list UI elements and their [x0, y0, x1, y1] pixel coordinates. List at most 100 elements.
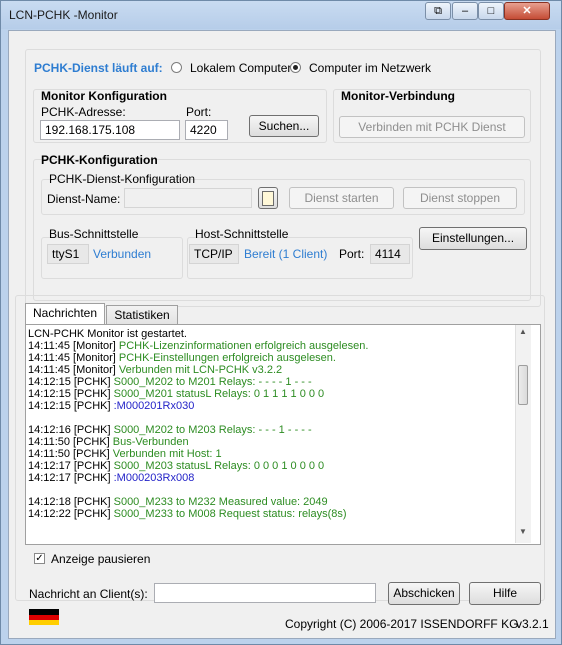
log-prefix: 14:11:50 [PCHK] [28, 436, 113, 448]
maximize-icon: □ [487, 5, 495, 17]
document-edit-icon [262, 191, 274, 206]
log-list: LCN-PCHK Monitor ist gestartet. 14:11:45 … [28, 328, 512, 542]
log-message: S000_M201 statusL Relays: 0 1 1 1 1 0 0 … [113, 388, 325, 400]
bus-port-value: ttyS1 [47, 244, 89, 264]
address-label: PCHK-Adresse: [41, 105, 126, 119]
service-name-input[interactable] [124, 188, 252, 208]
service-location-label: PCHK-Dienst läuft auf: [34, 61, 163, 75]
copyright-text: Copyright (C) 2006-2017 ISSENDORFF KG [285, 617, 519, 631]
log-text: LCN-PCHK Monitor ist gestartet. [28, 328, 187, 340]
version-text: v3.2.1 [516, 617, 549, 631]
log-prefix: 14:12:22 [PCHK] [28, 508, 114, 520]
scroll-thumb[interactable] [518, 365, 528, 405]
log-prefix: 14:12:15 [PCHK] [28, 388, 114, 400]
start-service-button[interactable]: Dienst starten [289, 187, 394, 209]
host-port-value: 4114 [370, 244, 410, 264]
log-line: 14:12:15 [PCHK] S000_M202 to M201 Relays… [28, 376, 512, 388]
log-line: 14:11:50 [PCHK] Bus-Verbunden [28, 436, 512, 448]
log-message: :M000201Rx030 [113, 400, 195, 412]
tab-statistiken[interactable]: Statistiken [106, 305, 178, 325]
address-input[interactable]: 192.168.175.108 [40, 120, 180, 140]
close-button[interactable]: ✕ [504, 2, 550, 20]
log-line: 14:12:16 [PCHK] S000_M202 to M203 Relays… [28, 424, 512, 436]
radio-network-label[interactable]: Computer im Netzwerk [309, 61, 431, 75]
german-flag-icon[interactable] [29, 606, 59, 626]
send-button[interactable]: Abschicken [388, 582, 460, 605]
radio-local-label[interactable]: Lokalem Computer [190, 61, 291, 75]
close-icon: ✕ [522, 5, 532, 17]
log-message: S000_M202 to M201 Relays: - - - - 1 - - … [113, 376, 312, 388]
minimize-icon: – [461, 5, 469, 17]
log-line: 14:12:18 [PCHK] S000_M233 to M232 Measur… [28, 496, 512, 508]
log-line: 14:11:45 [Monitor] Verbunden mit LCN-PCH… [28, 364, 512, 376]
log-message: S000_M202 to M203 Relays: - - - 1 - - - … [113, 424, 312, 436]
log-message: :M000203Rx008 [113, 472, 195, 484]
stop-service-button[interactable]: Dienst stoppen [403, 187, 517, 209]
log-line: 14:12:17 [PCHK] S000_M203 statusL Relays… [28, 460, 512, 472]
log-prefix: 14:12:15 [PCHK] [28, 376, 114, 388]
log-message: S000_M233 to M232 Measured value: 2049 [113, 496, 328, 508]
log-prefix: 14:11:50 [PCHK] [28, 448, 113, 460]
monitor-icon: ⧉ [434, 5, 442, 17]
log-line: 14:11:45 [Monitor] PCHK-Lizenzinformatio… [28, 340, 512, 352]
search-button[interactable]: Suchen... [249, 115, 319, 137]
bus-interface-title: Bus-Schnittstelle [49, 227, 139, 241]
port-label: Port: [186, 105, 212, 119]
minimize-button[interactable]: – [452, 2, 478, 20]
host-port-label: Port: [339, 247, 365, 261]
restore-icon-button[interactable]: ⧉ [425, 2, 451, 20]
radio-local[interactable] [171, 62, 182, 73]
service-name-label: Dienst-Name: [47, 192, 121, 206]
host-interface-title: Host-Schnittstelle [195, 227, 289, 241]
log-message: Verbunden mit Host: 1 [112, 448, 222, 460]
log-line: LCN-PCHK Monitor ist gestartet. [28, 328, 512, 340]
main-window: LCN-PCHK -Monitor ⧉ – □ ✕ PCHK-Dienst lä… [0, 0, 562, 645]
log-prefix: 14:12:17 [PCHK] [28, 460, 114, 472]
pause-label[interactable]: Anzeige pausieren [51, 552, 150, 566]
monitor-config-title: Monitor Konfiguration [41, 89, 167, 103]
help-button[interactable]: Hilfe [469, 582, 541, 605]
log-prefix: 14:11:45 [Monitor] [28, 340, 119, 352]
bus-status: Verbunden [93, 247, 152, 261]
scroll-up-icon[interactable]: ▲ [517, 327, 529, 339]
log-line: 14:12:15 [PCHK] :M000201Rx030 [28, 400, 512, 412]
log-message: Bus-Verbunden [112, 436, 189, 448]
log-scrollbar[interactable]: ▲ ▼ [515, 325, 531, 543]
connect-button[interactable]: Verbinden mit PCHK Dienst [339, 116, 525, 138]
scroll-down-icon[interactable]: ▼ [517, 527, 529, 539]
host-status: Bereit (1 Client) [244, 247, 328, 261]
log-line: 14:12:22 [PCHK] S000_M233 to M008 Reques… [28, 508, 512, 520]
client-area: PCHK-Dienst läuft auf: Lokalem Computer … [8, 30, 556, 639]
monitor-connection-title: Monitor-Verbindung [341, 89, 455, 103]
window-title: LCN-PCHK -Monitor [9, 8, 118, 22]
pchk-config-title: PCHK-Konfiguration [41, 153, 158, 167]
maximize-button[interactable]: □ [478, 2, 504, 20]
service-config-title: PCHK-Dienst-Konfiguration [49, 172, 196, 186]
port-input[interactable]: 4220 [185, 120, 228, 140]
log-line: 14:12:17 [PCHK] :M000203Rx008 [28, 472, 512, 484]
log-prefix: 14:11:45 [Monitor] [28, 352, 119, 364]
message-label: Nachricht an Client(s): [29, 587, 148, 601]
log-message: PCHK-Einstellungen erfolgreich ausgelese… [118, 352, 336, 364]
log-message: Verbunden mit LCN-PCHK v3.2.2 [118, 364, 283, 376]
log-prefix: 14:12:17 [PCHK] [28, 472, 114, 484]
log-message: S000_M233 to M008 Request status: relays… [113, 508, 347, 520]
log-prefix: 14:12:18 [PCHK] [28, 496, 114, 508]
log-prefix: 14:12:15 [PCHK] [28, 400, 114, 412]
pause-checkbox[interactable]: ✓ [34, 553, 45, 564]
log-line: 14:11:50 [PCHK] Verbunden mit Host: 1 [28, 448, 512, 460]
log-line: 14:12:15 [PCHK] S000_M201 statusL Relays… [28, 388, 512, 400]
radio-network[interactable] [290, 62, 301, 73]
log-line: 14:11:45 [Monitor] PCHK-Einstellungen er… [28, 352, 512, 364]
log-prefix: 14:11:45 [Monitor] [28, 364, 119, 376]
service-config-icon-button[interactable] [258, 187, 278, 209]
message-input[interactable] [154, 583, 376, 603]
settings-button[interactable]: Einstellungen... [419, 227, 527, 250]
log-message: S000_M203 statusL Relays: 0 0 0 1 0 0 0 … [113, 460, 325, 472]
title-bar: LCN-PCHK -Monitor ⧉ – □ ✕ [1, 1, 561, 29]
tab-nachrichten[interactable]: Nachrichten [25, 303, 105, 325]
host-protocol-value: TCP/IP [189, 244, 239, 264]
log-prefix: 14:12:16 [PCHK] [28, 424, 114, 436]
